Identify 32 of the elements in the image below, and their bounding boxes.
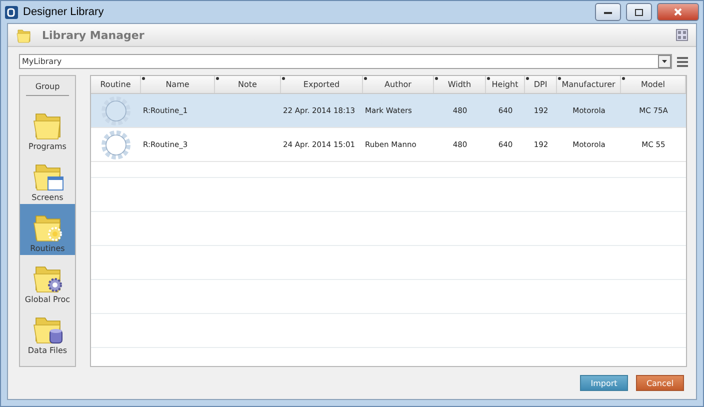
column-header[interactable]: Height [486, 76, 525, 93]
minimize-icon [604, 10, 612, 14]
app-logo-icon [5, 6, 18, 18]
folder-icon [16, 26, 32, 44]
sidebar-item[interactable]: Programs [20, 102, 75, 153]
sidebar-item[interactable]: Global Proc [20, 255, 75, 306]
sidebar-item[interactable]: Routines [20, 204, 75, 255]
gear-icon [100, 128, 132, 160]
column-header[interactable]: Name [141, 76, 215, 93]
menu-icon[interactable] [677, 56, 688, 66]
library-dropdown[interactable]: MyLibrary [19, 54, 672, 69]
column-header[interactable]: Manufacturer [557, 76, 621, 93]
column-header[interactable]: Model [621, 76, 686, 93]
column-header[interactable]: Exported [281, 76, 363, 93]
sidebar-item[interactable]: Data Files [20, 306, 75, 357]
gear-icon [100, 94, 132, 126]
maximize-button[interactable] [626, 3, 652, 21]
grid-icon[interactable] [676, 29, 688, 41]
close-button[interactable] [657, 3, 699, 21]
column-header[interactable]: Routine [91, 76, 141, 93]
minimize-button[interactable] [595, 3, 621, 21]
maximize-icon [635, 8, 643, 16]
column-header[interactable]: Width [434, 76, 486, 93]
column-header[interactable]: Note [215, 76, 281, 93]
caret-icon [658, 55, 671, 68]
close-icon [674, 8, 682, 16]
header-title: Library Manager [42, 28, 144, 42]
window-title: Designer Library [23, 6, 104, 18]
column-header[interactable]: DPI [525, 76, 557, 93]
sidebar-title: Group [26, 76, 69, 96]
column-header[interactable]: Author [363, 76, 434, 93]
sidebar-item[interactable]: Screens [20, 153, 75, 204]
